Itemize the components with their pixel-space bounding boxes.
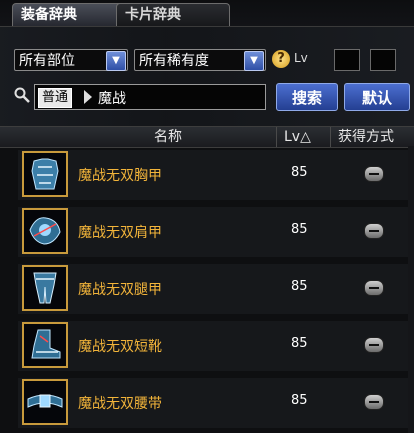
divider bbox=[330, 127, 331, 147]
lv-min-field[interactable] bbox=[334, 49, 360, 71]
chevron-down-icon[interactable]: ▼ bbox=[244, 51, 264, 71]
lv-max-field[interactable] bbox=[370, 49, 396, 71]
item-list: 魔战无双胸甲 85 魔战无双肩甲 85 魔战无双腿甲 85 魔战无双短靴 85 … bbox=[0, 146, 414, 433]
obtain-method-button[interactable] bbox=[364, 337, 384, 353]
tab-bar: 装备辞典 卡片辞典 bbox=[0, 0, 414, 27]
header-obtain[interactable]: 获得方式 bbox=[338, 127, 394, 147]
search-category-chip[interactable]: 普通 bbox=[38, 88, 73, 108]
list-item[interactable]: 魔战无双胸甲 85 bbox=[0, 146, 414, 203]
list-item[interactable]: 魔战无双肩甲 85 bbox=[0, 203, 414, 260]
search-button[interactable]: 搜索 bbox=[276, 83, 338, 111]
help-icon[interactable]: ? bbox=[272, 50, 290, 68]
item-name: 魔战无双肩甲 bbox=[78, 225, 162, 241]
list-item[interactable]: 魔战无双短靴 85 bbox=[0, 317, 414, 374]
rarity-select[interactable]: 所有稀有度 ▼ bbox=[134, 49, 266, 71]
item-name: 魔战无双短靴 bbox=[78, 339, 162, 355]
tab-equipment-dictionary[interactable]: 装备辞典 bbox=[12, 3, 126, 26]
item-level: 85 bbox=[291, 279, 308, 294]
header-name[interactable]: 名称 bbox=[154, 127, 182, 147]
search-query-text: 魔战 bbox=[98, 91, 126, 107]
item-name: 魔战无双腰带 bbox=[78, 396, 162, 412]
boots-icon bbox=[22, 322, 68, 368]
part-select-value: 所有部位 bbox=[19, 53, 75, 69]
part-select[interactable]: 所有部位 ▼ bbox=[14, 49, 128, 71]
leg-armor-icon bbox=[22, 265, 68, 311]
belt-icon bbox=[22, 379, 68, 425]
item-level: 85 bbox=[291, 336, 308, 351]
item-level: 85 bbox=[291, 393, 308, 408]
obtain-method-button[interactable] bbox=[364, 223, 384, 239]
item-name: 魔战无双腿甲 bbox=[78, 282, 162, 298]
item-name: 魔战无双胸甲 bbox=[78, 168, 162, 184]
list-item[interactable]: 魔战无双腿甲 85 bbox=[0, 260, 414, 317]
divider bbox=[276, 127, 277, 147]
chevron-right-icon bbox=[84, 90, 92, 104]
item-level: 85 bbox=[291, 222, 308, 237]
search-icon bbox=[14, 87, 30, 103]
item-level: 85 bbox=[291, 165, 308, 180]
list-item[interactable]: 魔战无双腰带 85 bbox=[0, 374, 414, 431]
chest-armor-icon bbox=[22, 151, 68, 197]
chevron-down-icon[interactable]: ▼ bbox=[106, 51, 126, 71]
background-panel bbox=[0, 22, 414, 142]
default-button[interactable]: 默认 bbox=[344, 83, 410, 111]
table-header: 名称 Lv△ 获得方式 bbox=[0, 126, 414, 148]
obtain-method-button[interactable] bbox=[364, 280, 384, 296]
obtain-method-button[interactable] bbox=[364, 394, 384, 410]
obtain-method-button[interactable] bbox=[364, 166, 384, 182]
shoulder-armor-icon bbox=[22, 208, 68, 254]
header-lv[interactable]: Lv△ bbox=[284, 127, 311, 147]
tab-card-dictionary[interactable]: 卡片辞典 bbox=[116, 3, 230, 26]
scrollbar[interactable] bbox=[408, 146, 414, 433]
rarity-select-value: 所有稀有度 bbox=[139, 53, 209, 69]
lv-label: Lv bbox=[294, 51, 308, 65]
